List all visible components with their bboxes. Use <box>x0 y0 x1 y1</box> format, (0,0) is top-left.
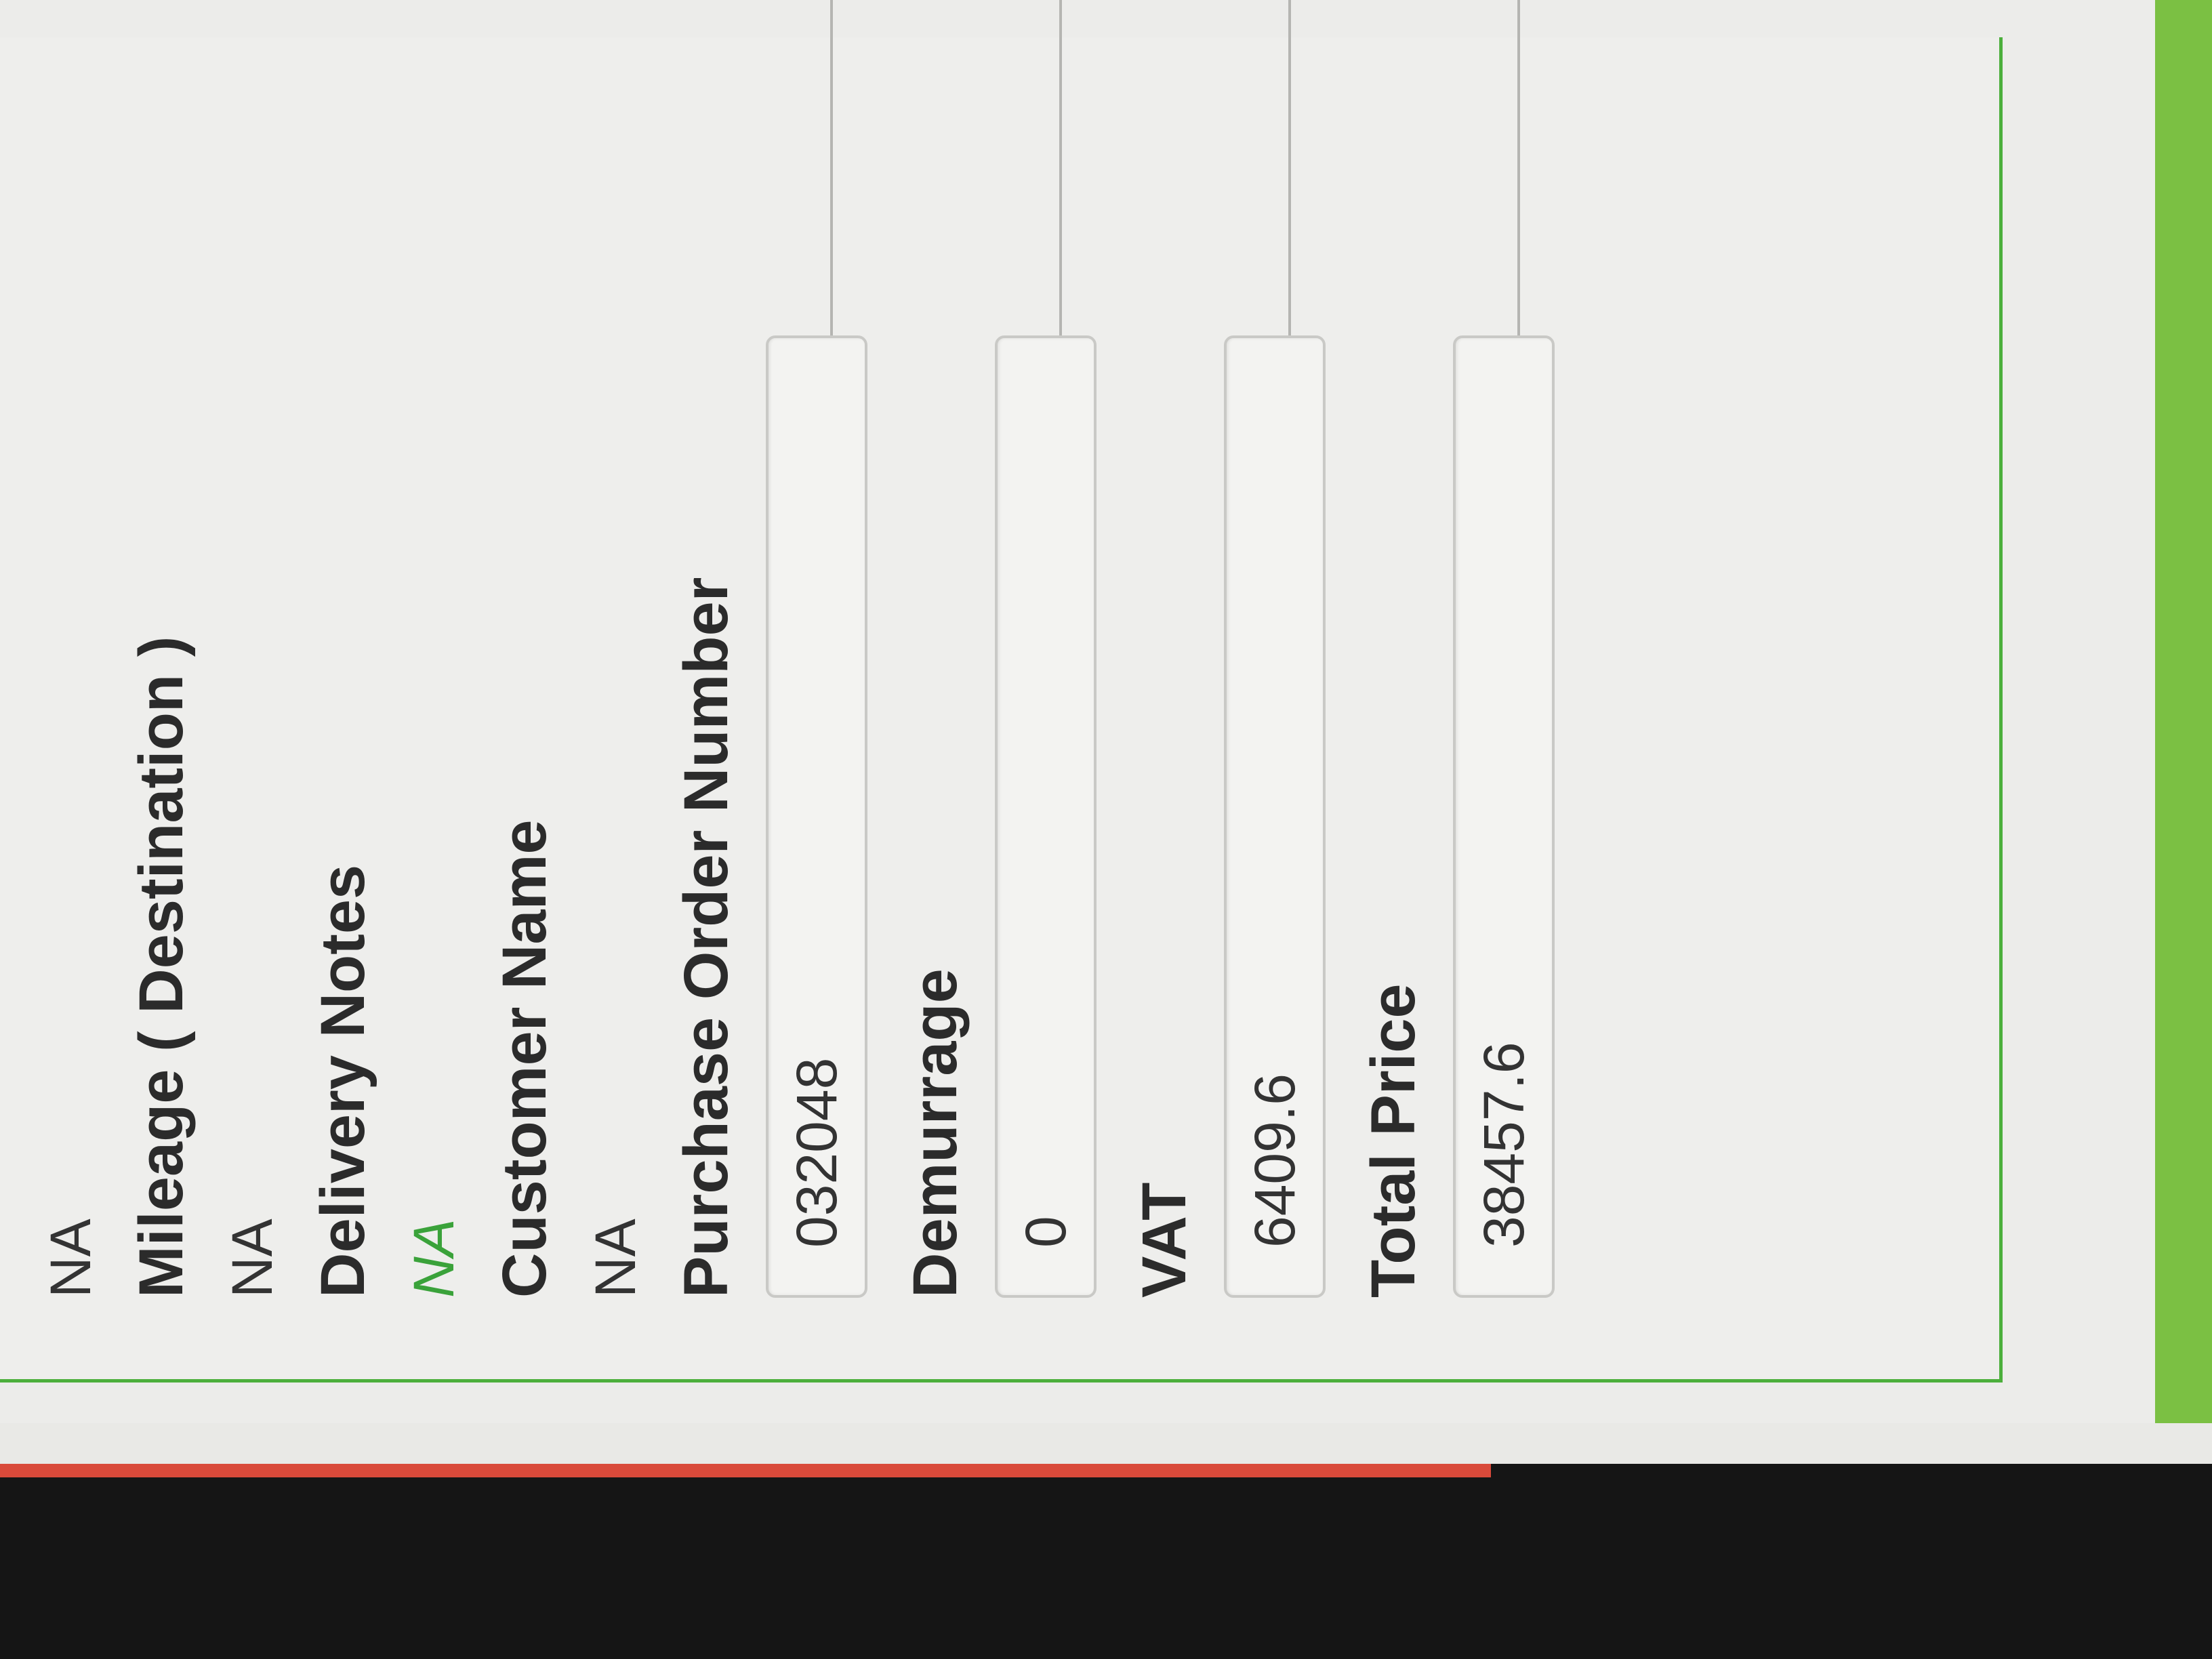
row-divider <box>1288 0 1291 335</box>
purchase-order-number-input[interactable]: 032048 <box>766 335 867 1298</box>
row-divider <box>1517 0 1520 335</box>
delivery-notes-label: Delivery Notes <box>308 864 377 1298</box>
form-section-container: NA Mileage ( Destination ) NA Delivery N… <box>0 0 2003 1382</box>
form-panel: NA Mileage ( Destination ) NA Delivery N… <box>0 0 2212 1423</box>
job-details-form: NA Mileage ( Destination ) NA Delivery N… <box>27 0 1575 1298</box>
previous-field-value: NA <box>39 1218 102 1298</box>
mileage-destination-label: Mileage ( Destination ) <box>127 636 196 1298</box>
delivery-notes-link[interactable]: NA <box>390 78 477 1298</box>
vat-label: VAT <box>1130 1182 1199 1298</box>
total-price-label: Total Price <box>1359 983 1428 1298</box>
vat-input[interactable]: 6409.6 <box>1224 335 1326 1298</box>
vat-field-wrap: 6409.6 <box>1224 0 1326 1298</box>
demurrage-field-wrap: 0 <box>995 0 1097 1298</box>
bottom-action-bar[interactable] <box>2155 0 2212 1423</box>
row-divider <box>1059 0 1062 335</box>
customer-name-value: NA <box>583 1218 647 1298</box>
demurrage-input[interactable]: 0 <box>995 335 1097 1298</box>
mileage-destination-value: NA <box>220 1218 284 1298</box>
customer-name-label: Customer Name <box>490 819 559 1298</box>
purchase-order-number-label: Purchase Order Number <box>672 577 741 1298</box>
screen: NA Mileage ( Destination ) NA Delivery N… <box>0 0 2212 1464</box>
total-price-field-wrap: 38457.6 <box>1453 0 1555 1298</box>
total-price-input[interactable]: 38457.6 <box>1453 335 1555 1298</box>
rotated-form-view: NA Mileage ( Destination ) NA Delivery N… <box>0 0 2212 1423</box>
purchase-order-number-field-wrap: 032048 <box>766 0 867 1298</box>
demurrage-label: Demurrage <box>901 968 970 1298</box>
row-divider <box>830 0 833 335</box>
